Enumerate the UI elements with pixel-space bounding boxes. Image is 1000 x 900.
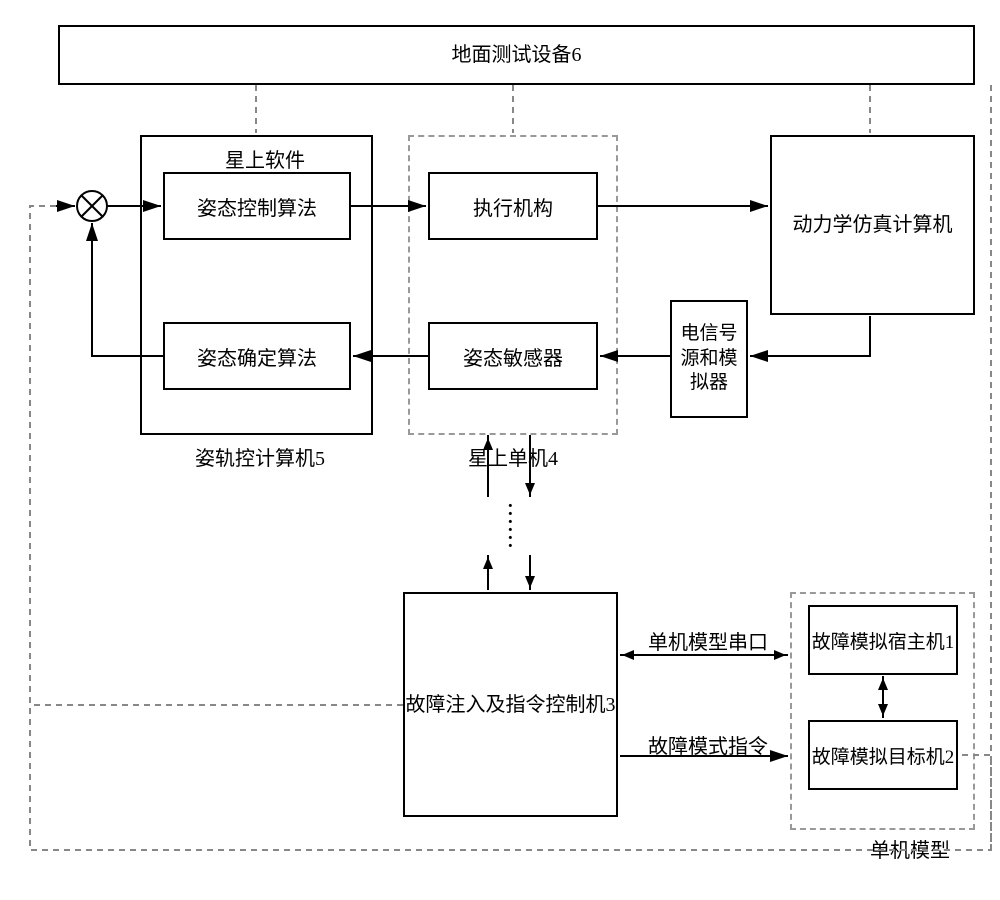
fault-sim-target-box: 故障模拟目标机2 <box>808 720 958 790</box>
attitude-det-algo-box: 姿态确定算法 <box>163 322 351 390</box>
onboard-unit-label: 星上单机4 <box>468 442 558 471</box>
fault-sim-host-label: 故障模拟宿主机1 <box>812 627 955 654</box>
fault-sim-target-label: 故障模拟目标机2 <box>812 742 955 769</box>
dynamics-sim-label: 动力学仿真计算机 <box>793 212 953 238</box>
attitude-sensor-box: 姿态敏感器 <box>428 322 598 390</box>
signal-sim-label: 电信号源和模拟器 <box>672 322 746 396</box>
fault-injection-controller-label: 故障注入及指令控制机3 <box>406 692 616 718</box>
ground-test-equipment-label: 地面测试设备6 <box>452 42 582 68</box>
fault-sim-host-box: 故障模拟宿主机1 <box>808 605 958 675</box>
unit-model-label: 单机模型 <box>870 834 950 863</box>
actuator-box: 执行机构 <box>428 172 598 240</box>
aoc-computer-label: 姿轨控计算机5 <box>195 442 325 471</box>
actuator-label: 执行机构 <box>473 192 553 221</box>
attitude-sensor-label: 姿态敏感器 <box>463 342 563 371</box>
attitude-control-algo-label: 姿态控制算法 <box>197 192 317 221</box>
diagram-container: 地面测试设备6 星上软件 姿态控制算法 姿态确定算法 姿轨控计算机5 执行机构 … <box>0 0 1000 900</box>
vertical-dots-icon: ······ <box>506 502 515 550</box>
attitude-det-algo-label: 姿态确定算法 <box>197 342 317 371</box>
fault-injection-controller-box: 故障注入及指令控制机3 <box>403 592 618 817</box>
fault-mode-cmd-label: 故障模式指令 <box>648 730 768 759</box>
dynamics-sim-box: 动力学仿真计算机 <box>770 135 975 315</box>
ground-test-equipment-box: 地面测试设备6 <box>58 25 975 85</box>
attitude-control-algo-box: 姿态控制算法 <box>163 172 351 240</box>
unit-model-serial-label: 单机模型串口 <box>648 626 768 655</box>
signal-sim-box: 电信号源和模拟器 <box>670 300 748 418</box>
onboard-sw-label: 星上软件 <box>225 144 305 173</box>
